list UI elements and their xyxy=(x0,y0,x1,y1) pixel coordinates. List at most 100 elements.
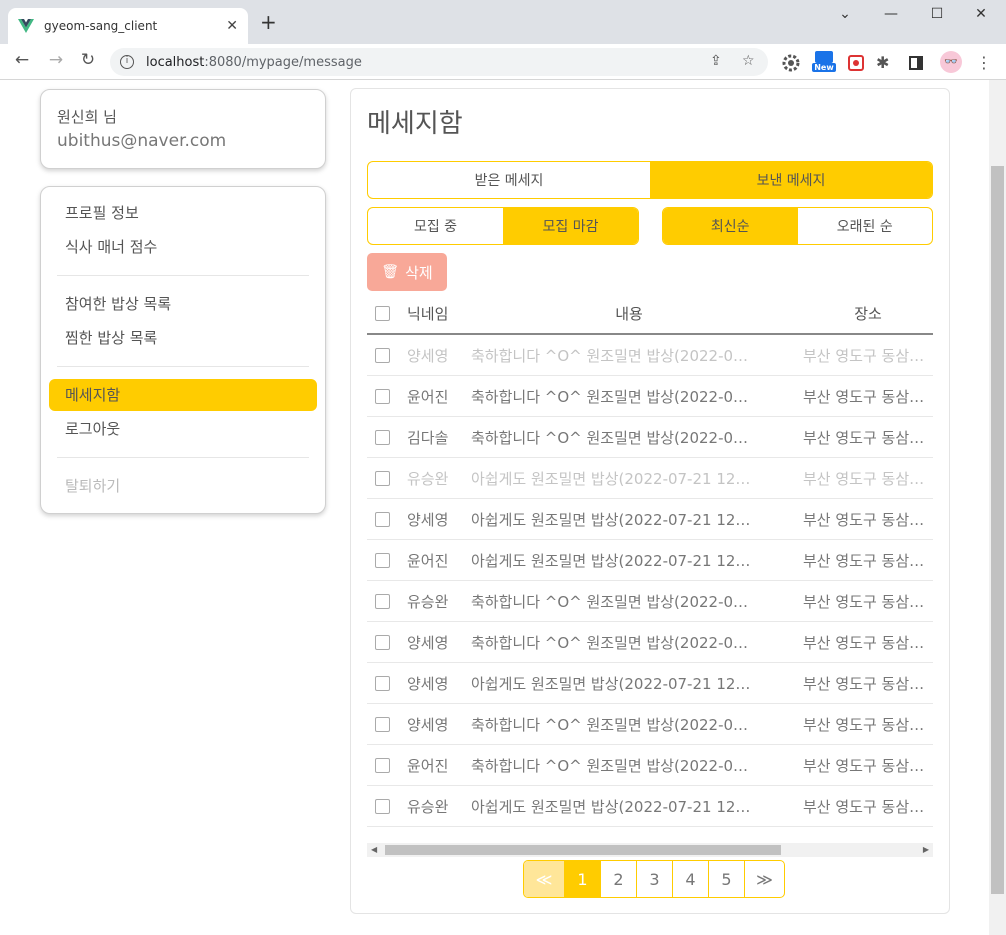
page-button-4[interactable]: 4 xyxy=(672,861,708,897)
row-checkbox[interactable] xyxy=(375,511,390,527)
row-checkbox[interactable] xyxy=(375,716,390,732)
row-nickname: 윤어진 xyxy=(407,387,449,406)
status-toggle: 모집 중 모집 마감 xyxy=(367,207,639,245)
row-nickname: 양세영 xyxy=(407,346,449,365)
page-prev-button[interactable]: ≪ xyxy=(524,861,564,897)
menu-item-withdraw[interactable]: 탈퇴하기 xyxy=(49,470,317,502)
row-checkbox[interactable] xyxy=(375,552,390,568)
row-content[interactable]: 아쉽게도 원조밀면 밥상(2022-07-21 12… xyxy=(469,673,787,694)
row-checkbox[interactable] xyxy=(375,634,390,650)
menu-divider xyxy=(57,366,309,367)
row-content[interactable]: 축하합니다 ^O^ 원조밀면 밥상(2022-0… xyxy=(469,632,787,653)
menu-item-liked-tables[interactable]: 찜한 밥상 목록 xyxy=(49,322,317,354)
new-tab-button[interactable]: + xyxy=(260,12,277,32)
row-content[interactable]: 아쉽게도 원조밀면 밥상(2022-07-21 12… xyxy=(469,796,787,817)
tab-received[interactable]: 받은 메세지 xyxy=(368,162,650,198)
scrollbar-thumb[interactable] xyxy=(385,845,781,855)
extension-record-icon[interactable] xyxy=(846,53,866,73)
tab-recruiting[interactable]: 모집 중 xyxy=(368,208,503,244)
table-row[interactable]: 유승완 아쉽게도 원조밀면 밥상(2022-07-21 12… 부산 영도구 동삼… xyxy=(367,786,933,827)
menu-item-manner-score[interactable]: 식사 매너 점수 xyxy=(49,231,317,263)
page-content: 원신희 님 ubithus@naver.com 프로필 정보 식사 매너 점수 … xyxy=(0,80,1006,935)
page-button-1[interactable]: 1 xyxy=(564,861,600,897)
forward-icon[interactable]: → xyxy=(44,50,68,70)
url-host: localhost xyxy=(146,54,205,70)
column-place: 장소 xyxy=(854,304,882,323)
browser-tab[interactable]: gyeom-sang_client ✕ xyxy=(8,8,248,44)
menu-item-logout[interactable]: 로그아웃 xyxy=(49,413,317,445)
address-bar[interactable]: i localhost:8080/mypage/message ⇪ ☆ xyxy=(110,48,768,76)
profile-avatar[interactable]: 👓 xyxy=(940,51,962,73)
table-row[interactable]: 양세영 아쉽게도 원조밀면 밥상(2022-07-21 12… 부산 영도구 동삼… xyxy=(367,499,933,540)
menu-kebab-icon[interactable]: ⋮ xyxy=(974,53,994,73)
row-content[interactable]: 축하합니다 ^O^ 원조밀면 밥상(2022-0… xyxy=(469,591,787,612)
page-button-3[interactable]: 3 xyxy=(636,861,672,897)
share-icon[interactable]: ⇪ xyxy=(710,53,722,69)
delete-label: 삭제 xyxy=(405,263,433,282)
tab-close-icon[interactable]: ✕ xyxy=(226,18,238,34)
menu-item-messages[interactable]: 메세지함 xyxy=(49,379,317,411)
row-checkbox[interactable] xyxy=(375,388,390,404)
extension-new-icon[interactable]: New xyxy=(812,51,836,75)
row-checkbox[interactable] xyxy=(375,470,390,486)
row-content[interactable]: 아쉽게도 원조밀면 밥상(2022-07-21 12… xyxy=(469,550,787,571)
row-checkbox[interactable] xyxy=(375,675,390,691)
menu-item-profile[interactable]: 프로필 정보 xyxy=(49,197,317,229)
row-content[interactable]: 축하합니다 ^O^ 원조밀면 밥상(2022-0… xyxy=(469,755,787,776)
minimize-icon[interactable]: — xyxy=(868,6,914,22)
side-panel-icon[interactable] xyxy=(906,53,926,73)
table-row[interactable]: 양세영 아쉽게도 원조밀면 밥상(2022-07-21 12… 부산 영도구 동삼… xyxy=(367,663,933,704)
page-button-5[interactable]: 5 xyxy=(708,861,744,897)
horizontal-scrollbar[interactable]: ◀ ▶ xyxy=(367,843,933,857)
page-button-2[interactable]: 2 xyxy=(600,861,636,897)
select-all-checkbox[interactable] xyxy=(375,305,390,321)
sort-newest[interactable]: 최신순 xyxy=(663,208,798,244)
table-row[interactable]: 양세영 축하합니다 ^O^ 원조밀면 밥상(2022-0… 부산 영도구 동삼… xyxy=(367,704,933,745)
site-info-icon[interactable]: i xyxy=(120,55,134,69)
row-checkbox[interactable] xyxy=(375,593,390,609)
pagination: ≪ 1 2 3 4 5 ≫ xyxy=(523,860,785,898)
tab-sent[interactable]: 보낸 메세지 xyxy=(650,162,932,198)
table-row[interactable]: 양세영 축하합니다 ^O^ 원조밀면 밥상(2022-0… 부산 영도구 동삼… xyxy=(367,335,933,376)
table-row[interactable]: 윤어진 축하합니다 ^O^ 원조밀면 밥상(2022-0… 부산 영도구 동삼… xyxy=(367,376,933,417)
tab-search-icon[interactable]: ⌄ xyxy=(822,6,868,22)
trash-icon: 🗑 xyxy=(381,264,400,280)
maximize-icon[interactable]: ☐ xyxy=(914,6,960,22)
row-content[interactable]: 축하합니다 ^O^ 원조밀면 밥상(2022-0… xyxy=(469,345,787,366)
delete-button[interactable]: 🗑 삭제 xyxy=(367,253,447,291)
reload-icon[interactable]: ↻ xyxy=(76,50,100,70)
table-row[interactable]: 윤어진 아쉽게도 원조밀면 밥상(2022-07-21 12… 부산 영도구 동삼… xyxy=(367,540,933,581)
scroll-right-icon[interactable]: ▶ xyxy=(923,843,929,857)
message-box-toggle: 받은 메세지 보낸 메세지 xyxy=(367,161,933,199)
row-checkbox[interactable] xyxy=(375,757,390,773)
scroll-left-icon[interactable]: ◀ xyxy=(371,843,377,857)
extension-gear-icon[interactable] xyxy=(781,53,801,73)
row-content[interactable]: 축하합니다 ^O^ 원조밀면 밥상(2022-0… xyxy=(469,427,787,448)
column-content: 내용 xyxy=(615,304,643,323)
row-content[interactable]: 아쉽게도 원조밀면 밥상(2022-07-21 12… xyxy=(469,509,787,530)
row-content[interactable]: 축하합니다 ^O^ 원조밀면 밥상(2022-0… xyxy=(469,714,787,735)
sort-oldest[interactable]: 오래된 순 xyxy=(798,208,933,244)
menu-item-joined-tables[interactable]: 참여한 밥상 목록 xyxy=(49,288,317,320)
table-row[interactable]: 윤어진 축하합니다 ^O^ 원조밀면 밥상(2022-0… 부산 영도구 동삼… xyxy=(367,745,933,786)
bookmark-star-icon[interactable]: ☆ xyxy=(742,53,755,69)
row-checkbox[interactable] xyxy=(375,798,390,814)
vertical-scrollbar[interactable] xyxy=(989,80,1006,935)
row-nickname: 유승완 xyxy=(407,592,449,611)
page-next-button[interactable]: ≫ xyxy=(744,861,784,897)
close-window-icon[interactable]: ✕ xyxy=(958,6,1004,22)
back-icon[interactable]: ← xyxy=(10,50,34,70)
table-row[interactable]: 유승완 아쉽게도 원조밀면 밥상(2022-07-21 12… 부산 영도구 동삼… xyxy=(367,458,933,499)
table-header: 닉네임 내용 장소 xyxy=(367,293,933,335)
extensions-puzzle-icon[interactable]: ✱ xyxy=(876,53,896,73)
user-card: 원신희 님 ubithus@naver.com xyxy=(40,89,326,169)
row-checkbox[interactable] xyxy=(375,347,390,363)
row-content[interactable]: 축하합니다 ^O^ 원조밀면 밥상(2022-0… xyxy=(469,386,787,407)
row-content[interactable]: 아쉽게도 원조밀면 밥상(2022-07-21 12… xyxy=(469,468,787,489)
table-row[interactable]: 양세영 축하합니다 ^O^ 원조밀면 밥상(2022-0… 부산 영도구 동삼… xyxy=(367,622,933,663)
table-row[interactable]: 김다솔 축하합니다 ^O^ 원조밀면 밥상(2022-0… 부산 영도구 동삼… xyxy=(367,417,933,458)
scrollbar-thumb[interactable] xyxy=(991,166,1004,894)
table-row[interactable]: 유승완 축하합니다 ^O^ 원조밀면 밥상(2022-0… 부산 영도구 동삼… xyxy=(367,581,933,622)
row-checkbox[interactable] xyxy=(375,429,390,445)
tab-closed[interactable]: 모집 마감 xyxy=(503,208,638,244)
